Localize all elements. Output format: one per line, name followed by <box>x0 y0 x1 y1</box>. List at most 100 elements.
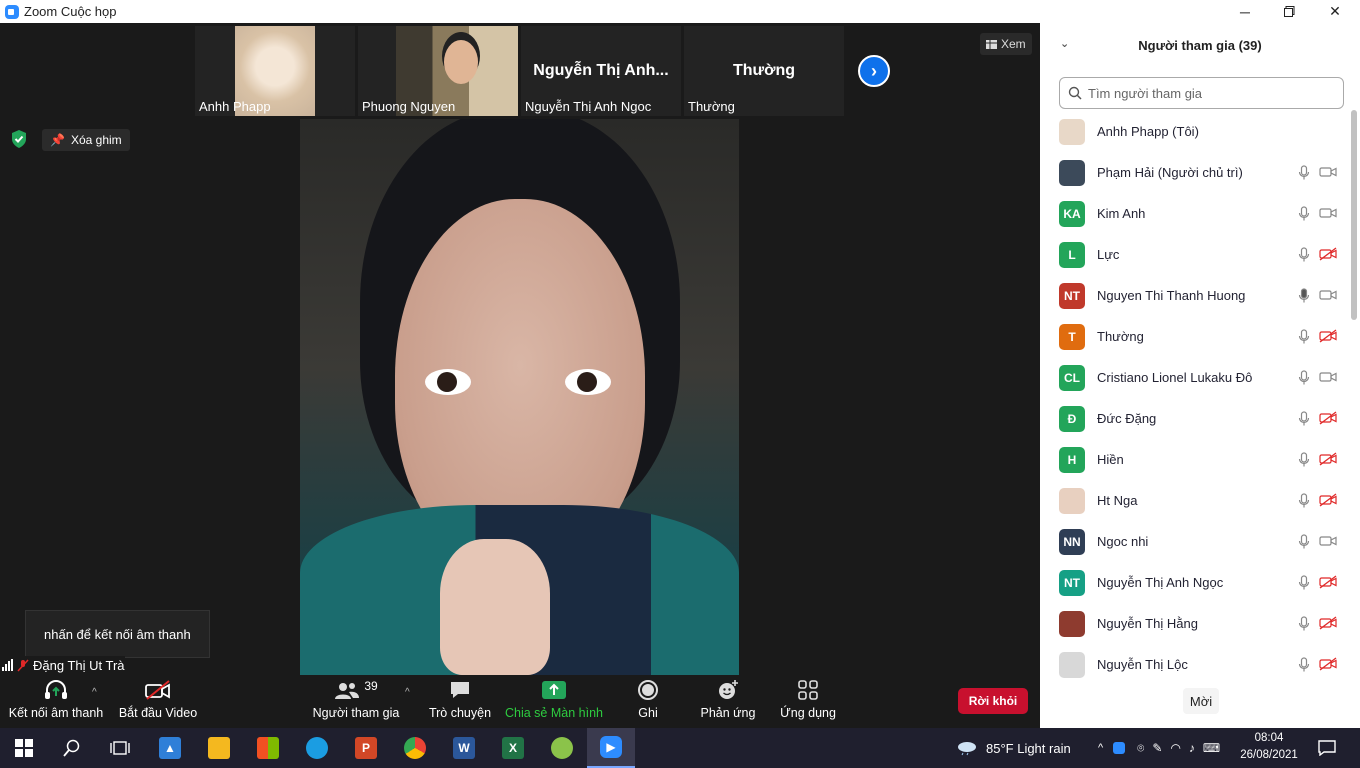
green-app[interactable] <box>538 728 586 768</box>
join-audio-label: Kết nối âm thanh <box>8 706 104 720</box>
participant-row[interactable]: Ht Nga <box>1040 480 1350 521</box>
panel-header: ⌄ Người tham gia (39) <box>1040 23 1360 68</box>
participant-row[interactable]: NN Ngoc nhi <box>1040 521 1350 562</box>
store-app[interactable] <box>244 728 292 768</box>
edge-app[interactable] <box>293 728 341 768</box>
video-eye <box>565 369 611 395</box>
mic-muted-icon <box>1298 452 1310 473</box>
participant-name: Cristiano Lionel Lukaku Đô <box>1097 370 1253 385</box>
record-icon <box>638 680 658 700</box>
participant-row[interactable]: L Lực <box>1040 234 1350 275</box>
zoom-app[interactable]: ▶ <box>587 728 635 768</box>
apps-icon <box>798 680 818 700</box>
thumbnail-big-name: Nguyễn Thị Anh... <box>533 62 669 79</box>
edge-icon <box>306 737 328 759</box>
mic-on-icon <box>1298 288 1310 309</box>
collapse-panel-chevron-icon[interactable]: ⌄ <box>1060 37 1069 50</box>
participant-row[interactable]: Phạm Hải (Người chủ trì) <box>1040 152 1350 193</box>
next-page-button[interactable]: › <box>858 55 890 87</box>
participants-button[interactable]: 39 Người tham gia <box>308 675 404 728</box>
participant-search[interactable] <box>1059 77 1344 109</box>
zoom-tray-icon[interactable] <box>1113 742 1126 754</box>
mic-muted-icon <box>17 658 29 672</box>
maximize-button[interactable] <box>1266 0 1312 23</box>
participant-row[interactable]: T Thường <box>1040 316 1350 357</box>
participant-row[interactable]: Nguyễn Thị Hằng <box>1040 603 1350 644</box>
word-app[interactable]: W <box>440 728 488 768</box>
chrome-app[interactable] <box>391 728 439 768</box>
language-icon[interactable]: ⌨ <box>1203 741 1220 755</box>
video-on-icon <box>1319 288 1337 307</box>
windows-logo-icon <box>15 739 33 757</box>
share-screen-button[interactable]: Chia sẻ Màn hình <box>504 675 604 728</box>
participant-row[interactable]: CL Cristiano Lionel Lukaku Đô <box>1040 357 1350 398</box>
join-audio-button[interactable]: Kết nối âm thanh <box>6 675 106 728</box>
meeting-toolbar: Kết nối âm thanh ^ Bắt đầu Video 39 Ngườ… <box>0 675 1040 728</box>
photos-app[interactable]: ▲ <box>146 728 194 768</box>
thumbnail-tile[interactable]: Anhh Phapp <box>195 26 355 116</box>
weather-widget[interactable]: 85°F Light rain <box>956 728 1071 768</box>
show-hidden-icons-chevron-icon[interactable]: ^ <box>1098 742 1103 754</box>
meet-now-icon[interactable]: ⌾ <box>1137 741 1144 756</box>
system-tray: ^ ⌾ ✎ ◠ ♪ ⌨ <box>1098 728 1220 768</box>
leave-button[interactable]: Rời khỏi <box>958 688 1028 714</box>
unpin-button[interactable]: 📌 Xóa ghim <box>42 129 130 151</box>
avatar: Đ <box>1059 405 1085 432</box>
unpin-label: Xóa ghim <box>70 133 122 147</box>
chat-button[interactable]: Trò chuyện <box>420 675 500 728</box>
participant-list-scrollbar[interactable] <box>1351 110 1357 320</box>
swirl-app-icon <box>551 737 573 759</box>
pin-icon: 📌 <box>50 133 65 147</box>
title-bar: Zoom Cuộc họp ─ ✕ <box>0 0 1360 23</box>
participant-row[interactable]: KA Kim Anh <box>1040 193 1350 234</box>
notifications-button[interactable] <box>1318 728 1336 768</box>
participant-row[interactable]: Đ Đức Đặng <box>1040 398 1350 439</box>
connect-audio-tooltip[interactable]: nhấn để kết nối âm thanh <box>25 610 210 658</box>
pen-icon[interactable]: ✎ <box>1152 741 1162 755</box>
invite-button[interactable]: Mời <box>1183 688 1219 714</box>
participant-name: Ngoc nhi <box>1097 534 1149 549</box>
wifi-icon[interactable]: ◠ <box>1170 741 1180 755</box>
thumbnail-name: Nguyễn Thị Anh Ngoc <box>525 99 652 114</box>
photos-icon: ▲ <box>159 737 181 759</box>
thumbnail-tile[interactable]: Thường Thường <box>684 26 844 116</box>
thumbnail-tile[interactable]: Nguyễn Thị Anh... Nguyễn Thị Anh Ngoc <box>521 26 681 116</box>
close-button[interactable]: ✕ <box>1312 0 1358 23</box>
thumbnail-tile[interactable]: Phuong Nguyen <box>358 26 518 116</box>
participant-name: Nguyen Thi Thanh Huong <box>1097 288 1246 303</box>
search-icon <box>63 739 80 757</box>
participant-row[interactable]: Nguyễn Thị Lộc <box>1040 644 1350 685</box>
participant-row[interactable]: NT Nguyen Thi Thanh Huong <box>1040 275 1350 316</box>
grid-view-icon <box>986 39 997 49</box>
participant-row[interactable]: NT Nguyễn Thị Anh Ngọc <box>1040 562 1350 603</box>
taskbar-search-button[interactable] <box>48 728 96 768</box>
participant-row[interactable]: H Hiền <box>1040 439 1350 480</box>
mic-muted-icon <box>1298 206 1310 227</box>
participants-options-caret[interactable]: ^ <box>405 687 410 698</box>
reactions-button[interactable]: Phản ứng <box>692 675 764 728</box>
thumbnail-name: Phuong Nguyen <box>362 99 456 114</box>
participants-count: 39 <box>364 679 378 693</box>
minimize-button[interactable]: ─ <box>1222 0 1268 23</box>
mic-muted-icon <box>1298 329 1310 350</box>
view-button[interactable]: Xem <box>980 33 1032 55</box>
powerpoint-app[interactable]: P <box>342 728 390 768</box>
taskbar-clock[interactable]: 08:04 26/08/2021 <box>1238 730 1300 764</box>
participant-row[interactable]: Anhh Phapp (Tôi) <box>1040 111 1350 152</box>
avatar <box>1059 487 1085 514</box>
start-button[interactable] <box>0 728 48 768</box>
excel-app[interactable]: X <box>489 728 537 768</box>
avatar <box>1059 651 1085 678</box>
shield-check-icon[interactable] <box>10 129 28 149</box>
search-input[interactable] <box>1088 85 1328 101</box>
apps-button[interactable]: Ứng dụng <box>772 675 844 728</box>
file-explorer-app[interactable] <box>195 728 243 768</box>
record-button[interactable]: Ghi <box>618 675 678 728</box>
participant-name: Nguyễn Thị Lộc <box>1097 657 1188 672</box>
audio-options-caret[interactable]: ^ <box>92 687 97 698</box>
task-view-button[interactable] <box>96 728 144 768</box>
mic-muted-icon <box>1298 575 1310 596</box>
volume-icon[interactable]: ♪ <box>1189 741 1195 755</box>
video-off-icon <box>1319 247 1337 266</box>
start-video-button[interactable]: Bắt đầu Video <box>110 675 206 728</box>
